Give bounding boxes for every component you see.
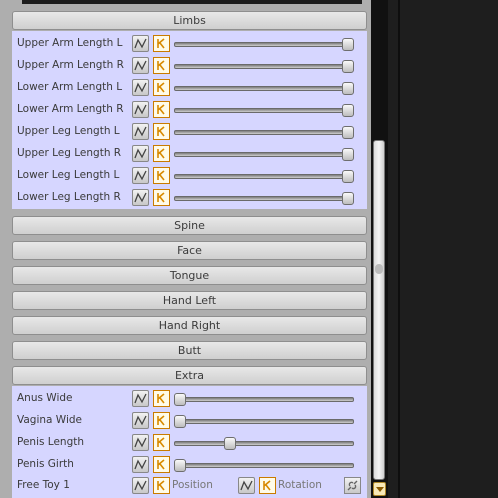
key-icon[interactable] [153, 79, 170, 96]
curve-icon[interactable] [132, 79, 149, 96]
slider-thumb[interactable] [174, 459, 186, 472]
curve-icon[interactable] [238, 477, 255, 494]
slider-label: Lower Arm Length L [17, 81, 123, 93]
viewport-area [388, 0, 498, 498]
curve-icon[interactable] [132, 57, 149, 74]
section-header-butt[interactable]: Butt [12, 341, 367, 360]
curve-icon[interactable] [132, 167, 149, 184]
curve-icon[interactable] [132, 434, 149, 451]
slider-row: Lower Leg Length R [12, 187, 367, 209]
curve-icon[interactable] [132, 101, 149, 118]
slider-row: Upper Leg Length L [12, 121, 367, 143]
free-toy-label: Free Toy 1 [17, 479, 70, 491]
slider-track[interactable] [174, 441, 354, 446]
slider-label: Lower Leg Length L [17, 169, 120, 181]
key-icon[interactable] [153, 35, 170, 52]
slider-thumb[interactable] [342, 38, 354, 51]
slider-label: Upper Leg Length L [17, 125, 120, 137]
slider-row: Vagina Wide [12, 410, 367, 432]
key-icon[interactable] [153, 390, 170, 407]
curve-icon[interactable] [132, 477, 149, 494]
section-header-tongue[interactable]: Tongue [12, 266, 367, 285]
slider-thumb[interactable] [342, 60, 354, 73]
key-icon[interactable] [153, 145, 170, 162]
position-label: Position [172, 479, 213, 491]
slider-track[interactable] [174, 397, 354, 402]
extra-section: Free Toy 1 Position Rotation Anus Wide Va… [12, 386, 367, 498]
chevron-down-icon[interactable] [373, 482, 386, 496]
curve-icon[interactable] [132, 145, 149, 162]
slider-row: Upper Leg Length R [12, 143, 367, 165]
slider-track[interactable] [174, 419, 354, 424]
slider-thumb[interactable] [342, 170, 354, 183]
slider-label: Upper Arm Length R [17, 59, 124, 71]
scrollbar-grip [375, 264, 383, 274]
curve-icon[interactable] [132, 456, 149, 473]
slider-row: Penis Girth [12, 454, 367, 476]
slider-track[interactable] [174, 174, 354, 179]
slider-row: Lower Arm Length R [12, 99, 367, 121]
slider-label: Lower Leg Length R [17, 191, 121, 203]
slider-thumb[interactable] [174, 415, 186, 428]
key-icon[interactable] [153, 434, 170, 451]
slider-thumb[interactable] [224, 437, 237, 450]
slider-row: Anus Wide [12, 388, 367, 410]
curve-icon[interactable] [132, 123, 149, 140]
link-icon[interactable] [344, 477, 361, 494]
slider-thumb[interactable] [342, 148, 354, 161]
section-header-spine[interactable]: Spine [12, 216, 367, 235]
slider-label: Penis Girth [17, 458, 74, 470]
slider-row: Penis Length [12, 432, 367, 454]
key-icon[interactable] [153, 456, 170, 473]
settings-panel: Limbs Upper Arm Length L Upper Arm Length… [0, 0, 371, 498]
curve-icon[interactable] [132, 390, 149, 407]
slider-row: Lower Arm Length L [12, 77, 367, 99]
slider-label: Penis Length [17, 436, 85, 448]
slider-track[interactable] [174, 42, 354, 47]
slider-thumb[interactable] [342, 82, 354, 95]
section-header-face[interactable]: Face [12, 241, 367, 260]
key-icon[interactable] [153, 477, 170, 494]
free-toy-row: Free Toy 1 Position Rotation [12, 475, 367, 497]
slider-row: Upper Arm Length R [12, 55, 367, 77]
slider-track[interactable] [174, 64, 354, 69]
slider-label: Lower Arm Length R [17, 103, 124, 115]
curve-icon[interactable] [132, 189, 149, 206]
slider-row: Upper Arm Length L [12, 33, 367, 55]
key-icon[interactable] [153, 57, 170, 74]
slider-track[interactable] [174, 130, 354, 135]
rotation-label: Rotation [278, 479, 322, 491]
slider-row: Lower Leg Length L [12, 165, 367, 187]
key-icon[interactable] [153, 189, 170, 206]
key-icon[interactable] [153, 101, 170, 118]
slider-thumb[interactable] [174, 393, 186, 406]
divider [398, 0, 400, 498]
slider-label: Vagina Wide [17, 414, 83, 426]
slider-track[interactable] [174, 152, 354, 157]
curve-icon[interactable] [132, 35, 149, 52]
scrollbar-thumb[interactable] [373, 140, 385, 480]
top-bar [22, 0, 362, 4]
slider-label: Anus Wide [17, 392, 73, 404]
section-header-limbs[interactable]: Limbs [12, 11, 367, 30]
slider-track[interactable] [174, 108, 354, 113]
slider-track[interactable] [174, 86, 354, 91]
slider-label: Upper Leg Length R [17, 147, 122, 159]
slider-thumb[interactable] [342, 126, 354, 139]
slider-thumb[interactable] [342, 192, 354, 205]
section-header-extra[interactable]: Extra [12, 366, 367, 385]
key-icon[interactable] [153, 412, 170, 429]
section-header-hand-right[interactable]: Hand Right [12, 316, 367, 335]
curve-icon[interactable] [132, 412, 149, 429]
slider-track[interactable] [174, 463, 354, 468]
slider-track[interactable] [174, 196, 354, 201]
key-icon[interactable] [259, 477, 276, 494]
slider-label: Upper Arm Length L [17, 37, 123, 49]
key-icon[interactable] [153, 123, 170, 140]
slider-thumb[interactable] [342, 104, 354, 117]
key-icon[interactable] [153, 167, 170, 184]
section-header-hand-left[interactable]: Hand Left [12, 291, 367, 310]
limbs-section: Upper Arm Length L Upper Arm Length R Lowe… [12, 31, 367, 209]
